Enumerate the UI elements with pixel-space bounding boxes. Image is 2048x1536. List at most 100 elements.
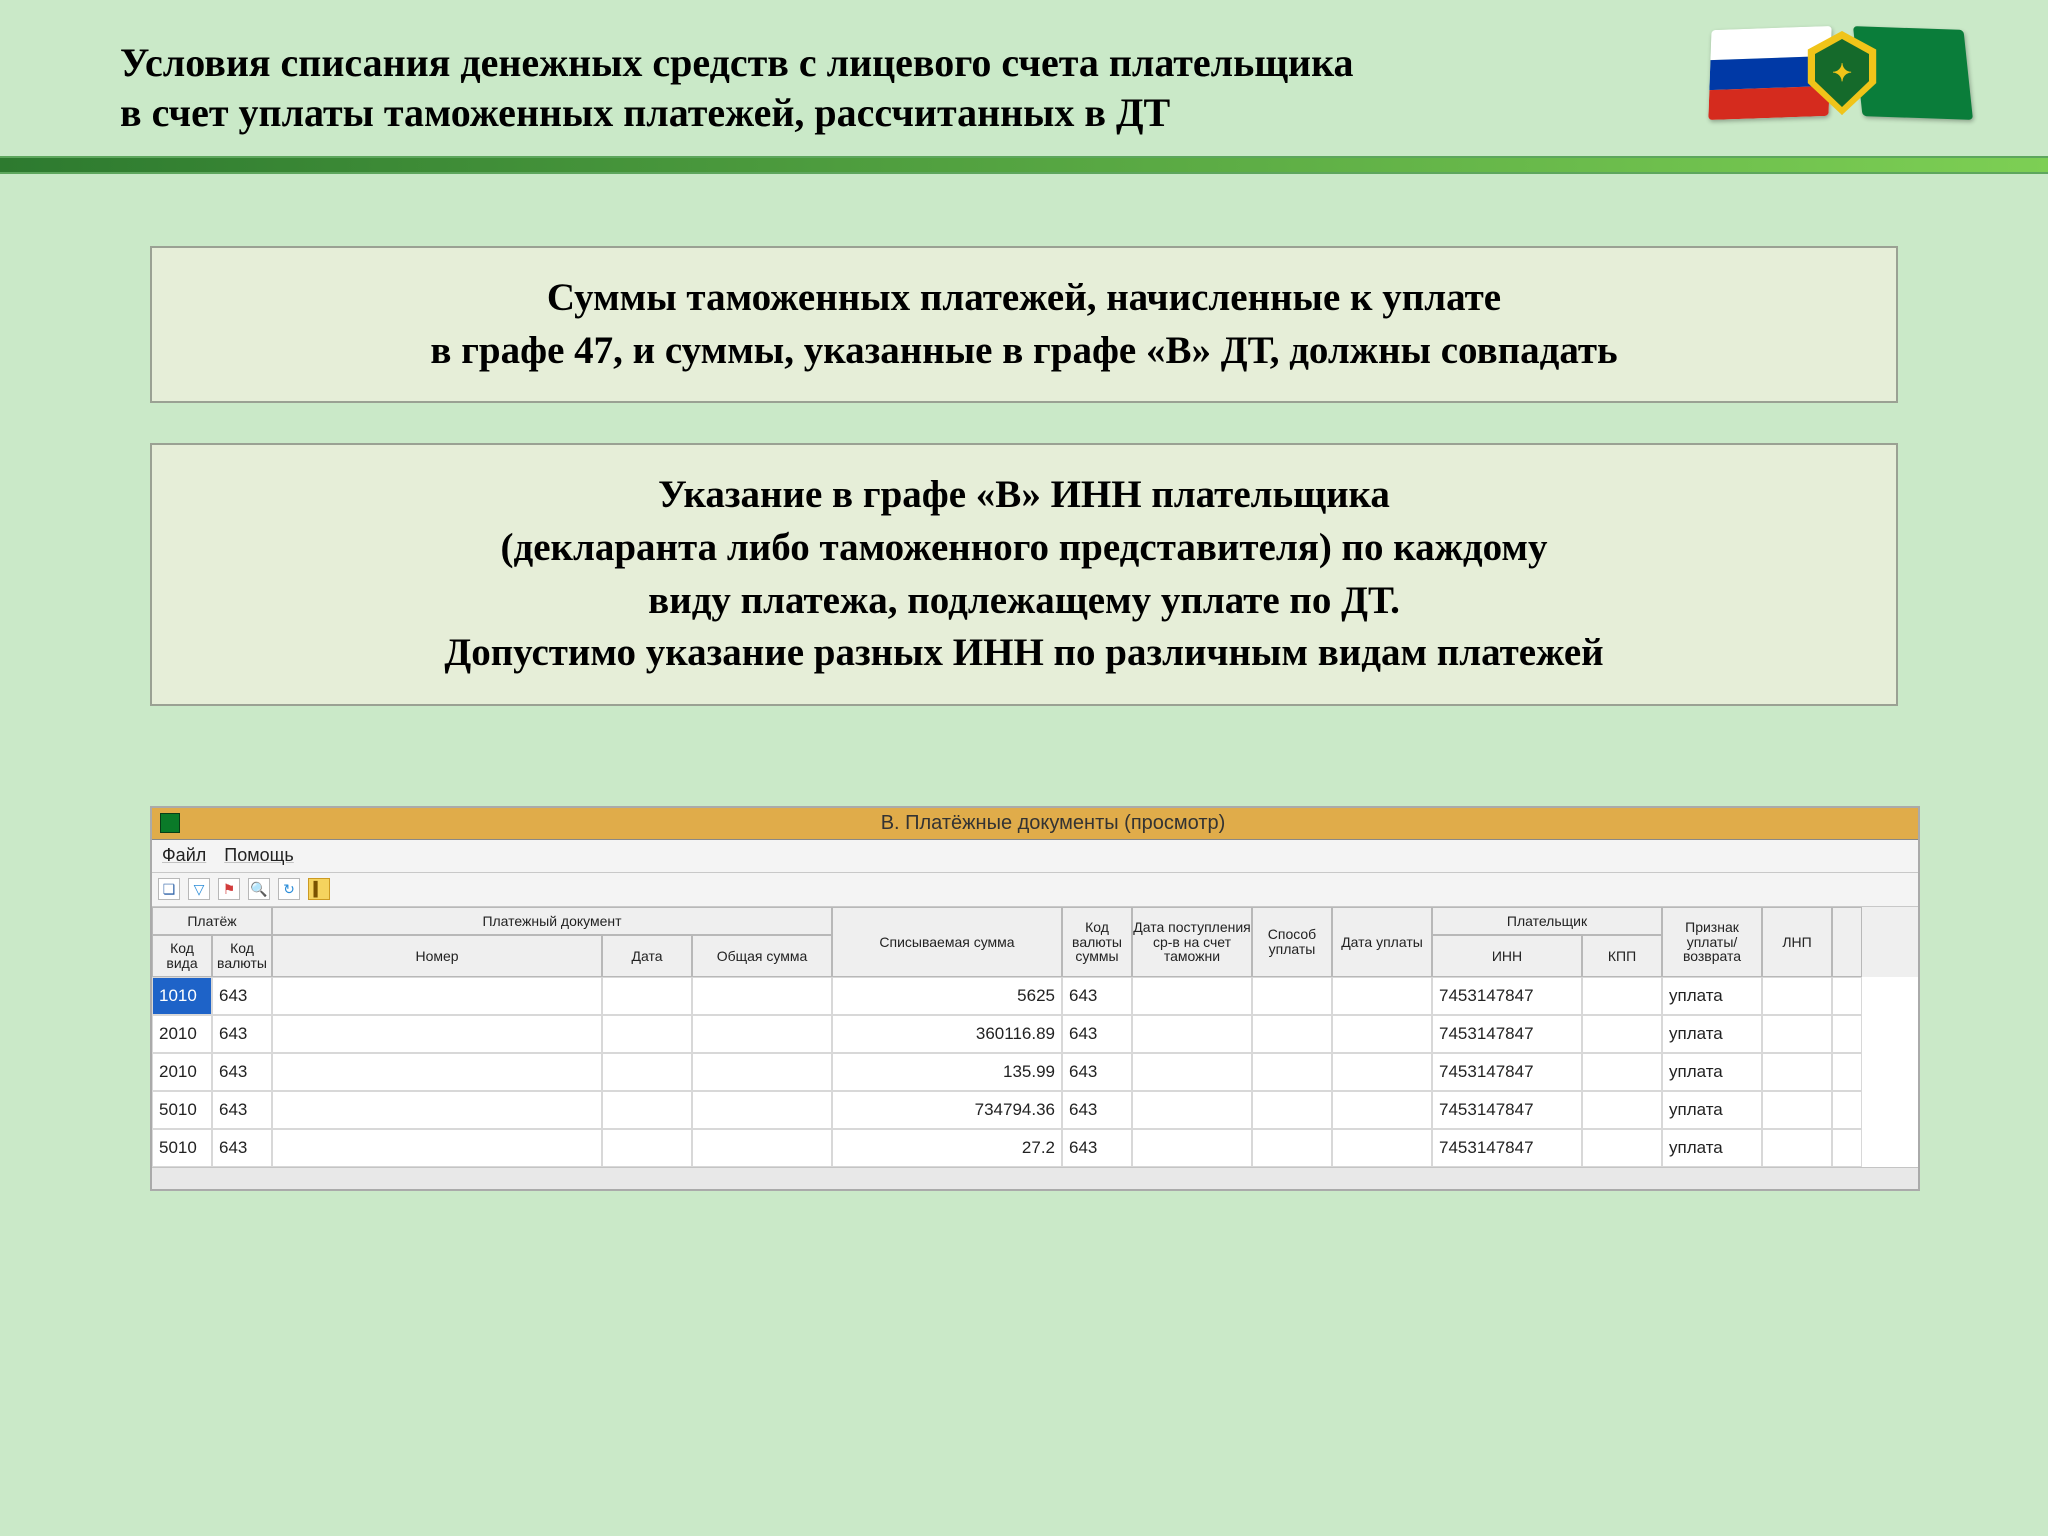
cell-nomer xyxy=(272,1129,602,1167)
table-row[interactable]: 101064356256437453147847уплата xyxy=(152,977,1918,1015)
cell-data_uplaty xyxy=(1332,977,1432,1015)
cell-lnp xyxy=(1762,977,1832,1015)
cell-priznak: уплата xyxy=(1662,1091,1762,1129)
toolbar-search-icon[interactable]: 🔍 xyxy=(248,878,270,900)
title-line-2: в счет уплаты таможенных платежей, рассч… xyxy=(120,90,1170,135)
cell-kvs: 643 xyxy=(1062,1091,1132,1129)
cell-priznak: уплата xyxy=(1662,1053,1762,1091)
toolbar-highlight-icon[interactable]: ▍ xyxy=(308,878,330,900)
toolbar-filter-icon[interactable]: ▽ xyxy=(188,878,210,900)
hdr-group-platezh: Платёж xyxy=(152,907,272,935)
cell-sposob xyxy=(1252,1053,1332,1091)
cell-data xyxy=(602,977,692,1015)
cell-spis: 360116.89 xyxy=(832,1015,1062,1053)
cell-data_uplaty xyxy=(1332,1015,1432,1053)
cell-kod_vida: 2010 xyxy=(152,1015,212,1053)
cell-data_uplaty xyxy=(1332,1129,1432,1167)
info1-line1: Суммы таможенных платежей, начисленные к… xyxy=(547,276,1501,319)
cell-lnp xyxy=(1762,1015,1832,1053)
cell-sposob xyxy=(1252,1015,1332,1053)
cell-kpp xyxy=(1582,1015,1662,1053)
cell-kpp xyxy=(1582,1091,1662,1129)
cell-kod_valyuty: 643 xyxy=(212,1129,272,1167)
cell-obshaya xyxy=(692,1129,832,1167)
cell-sposob xyxy=(1252,977,1332,1015)
cell-kod_valyuty: 643 xyxy=(212,1015,272,1053)
cell-kod_valyuty: 643 xyxy=(212,1091,272,1129)
cell-data xyxy=(602,1129,692,1167)
cell-obshaya xyxy=(692,1053,832,1091)
cell-data_post xyxy=(1132,1015,1252,1053)
cell-spis: 5625 xyxy=(832,977,1062,1015)
cell-kod_vida: 2010 xyxy=(152,1053,212,1091)
cell-kpp xyxy=(1582,1053,1662,1091)
menu-file[interactable]: Файл xyxy=(162,845,206,866)
menu-help[interactable]: Помощь xyxy=(224,845,294,866)
table-scrollbar[interactable] xyxy=(152,1167,1918,1189)
cell-sposob xyxy=(1252,1129,1332,1167)
page-title: Условия списания денежных средств с лице… xyxy=(120,38,1520,138)
cell-data xyxy=(602,1091,692,1129)
hdr-spisyvaemaya: Списываемая сумма xyxy=(832,907,1062,977)
cell-inn: 7453147847 xyxy=(1432,1129,1582,1167)
cell-obshaya xyxy=(692,977,832,1015)
toolbar-refresh-icon[interactable]: ↻ xyxy=(278,878,300,900)
cell-nomer xyxy=(272,1053,602,1091)
hdr-scroll-gutter xyxy=(1832,907,1862,977)
cell-data xyxy=(602,1053,692,1091)
cell-gutter xyxy=(1832,1053,1862,1091)
info2-line1: Указание в графе «В» ИНН плательщика xyxy=(658,473,1390,516)
window-title: В. Платёжные документы (просмотр) xyxy=(188,812,1918,835)
cell-kvs: 643 xyxy=(1062,977,1132,1015)
window-toolbar: ❏ ▽ ⚑ 🔍 ↻ ▍ xyxy=(152,873,1918,907)
info-box-2: Указание в графе «В» ИНН плательщика (де… xyxy=(150,443,1898,706)
window-menubar: Файл Помощь xyxy=(152,840,1918,873)
logo-group: ✦ xyxy=(1710,28,1968,118)
cell-obshaya xyxy=(692,1015,832,1053)
cell-data_post xyxy=(1132,1091,1252,1129)
hdr-obshaya: Общая сумма xyxy=(692,935,832,977)
cell-data_post xyxy=(1132,1053,1252,1091)
toolbar-doc-icon[interactable]: ❏ xyxy=(158,878,180,900)
cell-inn: 7453147847 xyxy=(1432,1091,1582,1129)
cell-gutter xyxy=(1832,1091,1862,1129)
hdr-data: Дата xyxy=(602,935,692,977)
hdr-kod-valyuty-summy: Код валюты суммы xyxy=(1062,907,1132,977)
payment-documents-window: В. Платёжные документы (просмотр) Файл П… xyxy=(150,806,1920,1191)
cell-kod_vida: 5010 xyxy=(152,1091,212,1129)
cell-nomer xyxy=(272,977,602,1015)
cell-gutter xyxy=(1832,1015,1862,1053)
cell-spis: 734794.36 xyxy=(832,1091,1062,1129)
cell-obshaya xyxy=(692,1091,832,1129)
table-row[interactable]: 2010643135.996437453147847уплата xyxy=(152,1053,1918,1091)
cell-kod_valyuty: 643 xyxy=(212,1053,272,1091)
payments-table: Платёж Платежный документ Списываемая су… xyxy=(152,907,1918,1189)
table-row[interactable]: 2010643360116.896437453147847уплата xyxy=(152,1015,1918,1053)
hdr-kpp: КПП xyxy=(1582,935,1662,977)
cell-lnp xyxy=(1762,1053,1832,1091)
cell-kod_vida: 5010 xyxy=(152,1129,212,1167)
info-box-1: Суммы таможенных платежей, начисленные к… xyxy=(150,246,1898,403)
cell-kvs: 643 xyxy=(1062,1053,1132,1091)
cell-inn: 7453147847 xyxy=(1432,977,1582,1015)
cell-data_post xyxy=(1132,1129,1252,1167)
info2-line4: Допустимо указание разных ИНН по различн… xyxy=(444,631,1603,674)
table-row[interactable]: 5010643734794.366437453147847уплата xyxy=(152,1091,1918,1129)
cell-priznak: уплата xyxy=(1662,977,1762,1015)
hdr-kod-valyuty: Код валюты xyxy=(212,935,272,977)
table-row[interactable]: 501064327.26437453147847уплата xyxy=(152,1129,1918,1167)
cell-spis: 27.2 xyxy=(832,1129,1062,1167)
cell-inn: 7453147847 xyxy=(1432,1015,1582,1053)
toolbar-flag-icon[interactable]: ⚑ xyxy=(218,878,240,900)
cell-inn: 7453147847 xyxy=(1432,1053,1582,1091)
header-divider xyxy=(0,156,2048,174)
hdr-lnp: ЛНП xyxy=(1762,907,1832,977)
cell-kod_valyuty: 643 xyxy=(212,977,272,1015)
info1-line2: в графе 47, и суммы, указанные в графе «… xyxy=(430,329,1617,372)
cell-spis: 135.99 xyxy=(832,1053,1062,1091)
cell-lnp xyxy=(1762,1091,1832,1129)
window-titlebar: В. Платёжные документы (просмотр) xyxy=(152,808,1918,840)
cell-nomer xyxy=(272,1091,602,1129)
cell-data_uplaty xyxy=(1332,1091,1432,1129)
window-icon xyxy=(160,813,180,833)
